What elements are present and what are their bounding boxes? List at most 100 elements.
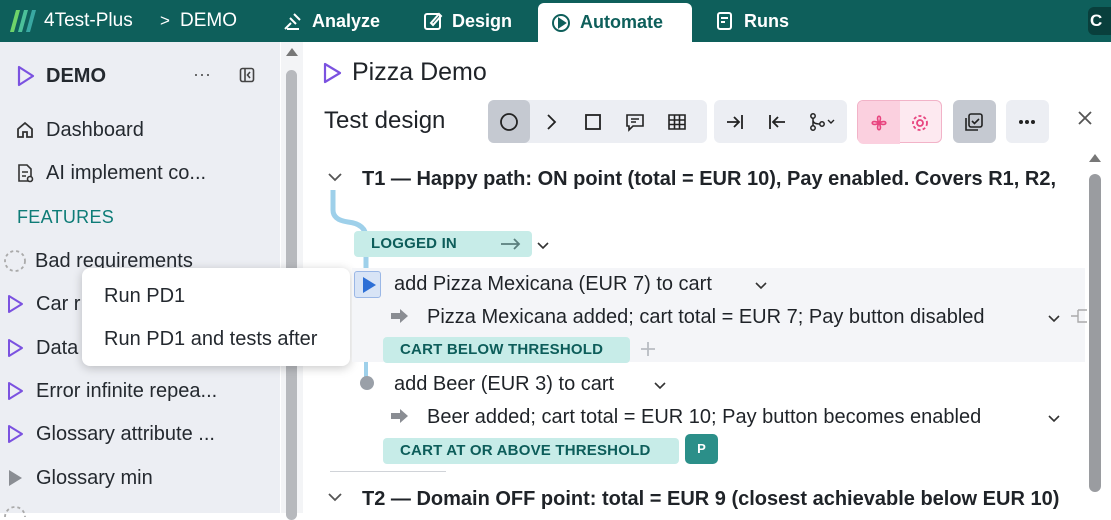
sidebar-feature-item[interactable]: Data	[6, 330, 78, 366]
sidebar-item-ai-implement[interactable]: AI implement co...	[16, 155, 206, 191]
main-scrollbar[interactable]	[1087, 152, 1103, 513]
circle-icon	[499, 112, 519, 132]
checklist-icon	[964, 112, 984, 132]
square-tool-button[interactable]	[572, 100, 614, 143]
sidebar-feature-item[interactable]: Glossary min	[6, 460, 153, 496]
close-icon[interactable]	[1075, 108, 1095, 128]
collapse-test-chevron-icon[interactable]	[325, 170, 345, 186]
play-filled-gray-icon	[6, 468, 24, 488]
play-filled-blue-icon	[361, 276, 377, 294]
more-horizontal-icon	[1017, 112, 1037, 132]
play-outline-icon	[6, 294, 24, 314]
breadcrumb-project[interactable]: DEMO	[180, 0, 237, 42]
p-badge[interactable]: P	[685, 434, 718, 464]
main-scroll-thumb[interactable]	[1089, 174, 1101, 492]
step-chevron-down-icon[interactable]	[754, 280, 768, 292]
sidebar-feature-label: Error infinite repea...	[36, 379, 218, 402]
more-options-icon[interactable]: ···	[193, 64, 211, 85]
test-design-label: Test design	[324, 107, 446, 134]
tab-design[interactable]: Design	[410, 0, 524, 42]
state-badge[interactable]: CART BELOW THRESHOLD	[383, 337, 630, 363]
tab-runs[interactable]: Runs	[702, 0, 801, 42]
sidebar-feature-label: Glossary attribute ...	[36, 422, 215, 445]
ai-implement-icon	[16, 163, 34, 183]
sidebar-project-header[interactable]: DEMO	[16, 58, 106, 94]
play-outline-icon	[322, 61, 342, 85]
circle-tool-button[interactable]	[488, 100, 530, 143]
add-state-plus-icon[interactable]	[638, 339, 658, 359]
arrow-to-right-bar-icon	[725, 112, 745, 132]
play-outline-icon	[16, 65, 36, 87]
page-title-text: Pizza Demo	[352, 58, 487, 86]
runs-icon	[714, 10, 736, 32]
state-badge[interactable]: CART AT OR ABOVE THRESHOLD	[383, 438, 679, 464]
sidebar-item-dashboard[interactable]: Dashboard	[16, 112, 144, 148]
result-chevron-down-icon[interactable]	[1047, 313, 1061, 325]
sidebar-feature-item[interactable]: Error infinite repea...	[6, 373, 217, 409]
play-outline-icon	[6, 338, 24, 358]
run-step-button[interactable]	[354, 271, 381, 298]
review-toggle-button[interactable]	[953, 100, 996, 143]
tab-design-label: Design	[452, 10, 513, 31]
scroll-up-arrow-icon[interactable]	[1089, 154, 1101, 162]
ai-generate-button[interactable]	[858, 101, 900, 144]
state-dropdown-chevron-icon[interactable]	[536, 240, 550, 252]
step-action[interactable]: add Pizza Mexicana (EUR 7) to cart	[394, 273, 712, 296]
home-icon	[16, 121, 34, 139]
step-chevron-down-icon[interactable]	[653, 380, 667, 392]
branch-dropdown-button[interactable]	[798, 100, 847, 143]
menu-item-run-pd1[interactable]: Run PD1	[104, 285, 185, 308]
collapse-sidebar-icon[interactable]	[239, 67, 255, 83]
menu-item-run-pd1-and-after[interactable]: Run PD1 and tests after	[104, 328, 317, 351]
test-title[interactable]: T1 — Happy path: ON point (total = EUR 1…	[362, 168, 1056, 191]
test-divider	[330, 471, 446, 472]
navigation-toolbar	[714, 100, 847, 143]
step-result[interactable]: Pizza Mexicana added; cart total = EUR 7…	[427, 306, 985, 329]
arrow-right-icon	[500, 231, 522, 257]
step-action[interactable]: add Beer (EUR 3) to cart	[394, 373, 614, 396]
arrow-to-left-bar-icon	[767, 112, 787, 132]
more-button[interactable]	[1006, 100, 1048, 143]
step-result[interactable]: Beer added; cart total = EUR 10; Pay but…	[427, 406, 981, 429]
sidebar-feature-item[interactable]: Glossary attribute ...	[6, 416, 215, 452]
user-avatar[interactable]: C	[1088, 7, 1111, 35]
table-tool-button[interactable]	[656, 100, 698, 143]
page-title: Pizza Demo	[322, 58, 487, 87]
analyze-icon	[282, 10, 304, 32]
comment-tool-button[interactable]	[614, 100, 656, 143]
chevron-tool-button[interactable]	[530, 100, 572, 143]
tab-analyze[interactable]: Analyze	[270, 0, 392, 42]
ai-toolbar	[857, 100, 942, 144]
collapse-test-chevron-icon[interactable]	[325, 490, 345, 506]
design-icon	[422, 10, 444, 32]
table-icon	[667, 112, 687, 132]
sidebar-feature-item[interactable]: Car r	[6, 286, 80, 322]
test-title[interactable]: T2 — Domain OFF point: total = EUR 9 (cl…	[362, 488, 1059, 511]
automate-icon	[550, 12, 572, 34]
step-node-dot	[360, 376, 374, 390]
flower-icon	[868, 112, 890, 134]
result-chevron-down-icon[interactable]	[1047, 413, 1061, 425]
state-label: CART AT OR ABOVE THRESHOLD	[400, 442, 651, 459]
step-back-button[interactable]	[756, 100, 798, 143]
app-logo-icon	[8, 8, 38, 34]
ai-settings-button[interactable]	[900, 101, 942, 144]
step-into-button[interactable]	[714, 100, 756, 143]
comment-icon	[625, 112, 645, 132]
tab-runs-label: Runs	[744, 10, 789, 31]
branch-icon	[808, 112, 838, 132]
app-name[interactable]: 4Test-Plus	[44, 0, 133, 42]
tab-analyze-label: Analyze	[312, 10, 381, 31]
branch-connector-icon[interactable]	[1069, 306, 1087, 326]
sidebar-feature-label: Glossary min	[36, 466, 153, 489]
sidebar-feature-label: Car r	[36, 292, 81, 315]
square-icon	[583, 112, 603, 132]
tab-automate[interactable]: Automate	[538, 3, 692, 42]
state-badge[interactable]: LOGGED IN	[354, 231, 532, 257]
more-actions-button[interactable]	[1006, 100, 1049, 143]
review-button[interactable]	[953, 100, 995, 143]
result-arrow-icon	[390, 308, 410, 324]
sidebar-item-label: AI implement co...	[46, 161, 207, 184]
scroll-up-arrow-icon[interactable]	[286, 48, 298, 56]
dashed-circle-icon	[3, 249, 27, 273]
